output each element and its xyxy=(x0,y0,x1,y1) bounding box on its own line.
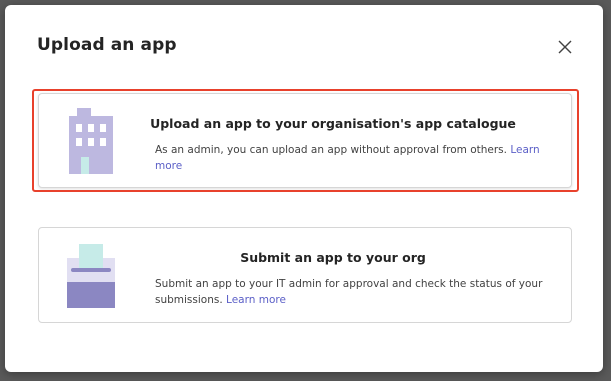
close-icon[interactable] xyxy=(555,37,575,57)
upload-to-catalogue-option[interactable]: Upload an app to your organisation's app… xyxy=(38,93,572,188)
option-description-text: As an admin, you can upload an app witho… xyxy=(155,144,507,156)
option-description: Submit an app to your IT admin for appro… xyxy=(155,276,543,308)
upload-app-dialog: Upload an app Upload an app to your orga… xyxy=(5,5,603,372)
learn-more-link[interactable]: Learn more xyxy=(226,294,286,306)
option-description: As an admin, you can upload an app witho… xyxy=(155,142,543,174)
option-title: Submit an app to your org xyxy=(240,250,426,265)
option-title: Upload an app to your organisation's app… xyxy=(150,116,516,131)
submit-to-org-option[interactable]: Submit an app to your org Submit an app … xyxy=(38,227,572,323)
dialog-title: Upload an app xyxy=(37,35,177,55)
option-description-text: Submit an app to your IT admin for appro… xyxy=(155,278,543,306)
